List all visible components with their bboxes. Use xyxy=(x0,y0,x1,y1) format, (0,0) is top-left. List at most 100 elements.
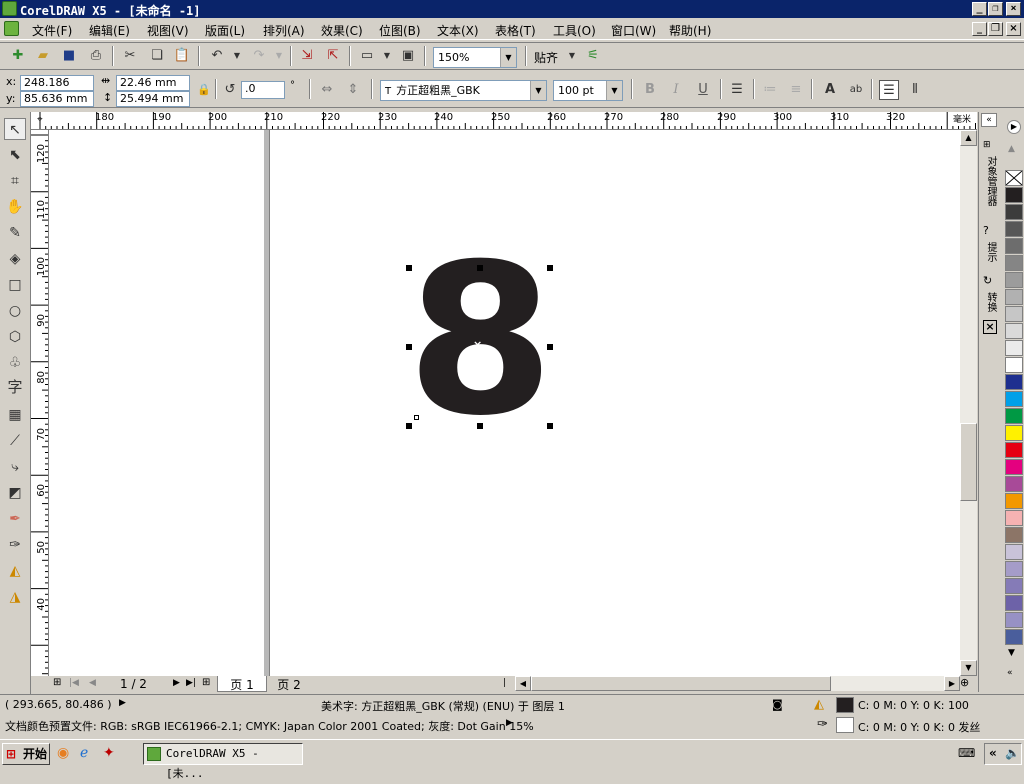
fill-color-swatch[interactable] xyxy=(836,697,854,713)
add-page-after-icon[interactable]: ⊞ xyxy=(202,677,210,688)
redo-dropdown-icon[interactable]: ▼ xyxy=(269,46,289,66)
undo-dropdown-icon[interactable]: ▼ xyxy=(227,46,247,66)
mirror-horizontal-icon[interactable]: ⇔ xyxy=(317,80,337,100)
connector-tool-icon[interactable]: ⤷ xyxy=(4,456,26,478)
selection-handle[interactable] xyxy=(547,344,553,350)
chevron-down-icon[interactable]: ▼ xyxy=(530,81,546,100)
chevron-down-icon[interactable]: ▼ xyxy=(500,48,516,67)
color-swatch[interactable] xyxy=(1005,238,1023,254)
italic-button[interactable]: I xyxy=(666,80,686,100)
new-icon[interactable]: ✚ xyxy=(8,46,28,66)
mirror-vertical-icon[interactable]: ⇕ xyxy=(343,80,363,100)
drop-shadow-tool-icon[interactable]: ◩ xyxy=(4,482,26,504)
color-swatch[interactable] xyxy=(1005,510,1023,526)
last-page-icon[interactable]: ▶| xyxy=(186,678,196,688)
selection-handle[interactable] xyxy=(477,265,483,271)
close-docker-icon[interactable]: × xyxy=(983,320,997,334)
color-swatch[interactable] xyxy=(1005,204,1023,220)
taskbar-coreldraw-button[interactable]: CorelDRAW X5 - [未... xyxy=(143,743,303,780)
color-swatch[interactable] xyxy=(1005,612,1023,628)
color-swatch[interactable] xyxy=(1005,442,1023,458)
open-icon[interactable]: ▰ xyxy=(33,46,53,66)
bold-button[interactable]: B xyxy=(640,80,660,100)
selection-handle[interactable] xyxy=(406,344,412,350)
polygon-tool-icon[interactable]: ⬡ xyxy=(4,326,26,348)
vertical-scrollbar[interactable]: ▲ ▼ xyxy=(960,130,977,676)
print-icon[interactable]: ⎙ xyxy=(86,46,106,66)
launcher-dropdown-icon[interactable]: ▼ xyxy=(377,46,397,66)
selection-handle[interactable] xyxy=(547,423,553,429)
font-list-combo[interactable]: T 方正超粗黑_GBK ▼ xyxy=(380,80,547,101)
fill-tool-icon[interactable]: ◭ xyxy=(4,560,26,582)
rotation-angle-field[interactable]: .0 xyxy=(241,81,285,99)
minimize-button[interactable]: _ xyxy=(972,2,987,16)
edit-text-icon[interactable]: ab xyxy=(846,80,866,100)
ie-quicklaunch-icon[interactable]: ℯ xyxy=(80,745,88,761)
cut-icon[interactable]: ✂ xyxy=(120,46,140,66)
color-swatch[interactable] xyxy=(1005,578,1023,594)
horizontal-scroll-thumb[interactable] xyxy=(531,676,831,691)
color-swatch[interactable] xyxy=(1005,374,1023,390)
doc-restore-button[interactable]: ❐ xyxy=(988,22,1003,36)
start-button[interactable]: ⊞ 开始 xyxy=(2,743,50,765)
color-swatch[interactable] xyxy=(1005,306,1023,322)
color-swatch[interactable] xyxy=(1005,595,1023,611)
import-icon[interactable]: ⇲ xyxy=(297,46,317,66)
zoom-level-combo[interactable]: 150% ▼ xyxy=(433,47,517,68)
scroll-left-icon[interactable]: ◀ xyxy=(515,676,531,691)
page-tabs-scroll-icon[interactable]: | xyxy=(503,678,506,688)
color-swatch[interactable] xyxy=(1005,459,1023,475)
outline-pen-tool-icon[interactable]: ✑ xyxy=(4,534,26,556)
chevron-down-icon[interactable]: ▼ xyxy=(606,81,622,100)
app-quicklaunch-icon[interactable]: ✦ xyxy=(103,745,115,761)
undo-icon[interactable]: ↶ xyxy=(207,46,227,66)
color-swatch[interactable] xyxy=(1005,408,1023,424)
add-page-before-icon[interactable]: ⊞ xyxy=(53,677,61,688)
color-swatch[interactable] xyxy=(1005,629,1023,645)
menu-edit[interactable]: 编辑(E) xyxy=(89,22,130,39)
menu-bitmaps[interactable]: 位图(B) xyxy=(379,22,421,39)
menu-effects[interactable]: 效果(C) xyxy=(321,22,363,39)
color-swatch[interactable] xyxy=(1005,561,1023,577)
snap-to-menu[interactable]: 贴齐 xyxy=(534,49,558,66)
character-formatting-icon[interactable]: A xyxy=(820,80,840,100)
vertical-text-icon[interactable]: ⦀ xyxy=(905,80,925,100)
vertical-scroll-thumb[interactable] xyxy=(960,423,977,501)
bullet-list-icon[interactable]: ≔ xyxy=(760,80,780,100)
menu-table[interactable]: 表格(T) xyxy=(495,22,536,39)
horizontal-text-icon[interactable]: ☰ xyxy=(879,80,899,100)
basic-shapes-tool-icon[interactable]: ♧ xyxy=(4,352,26,374)
color-swatch[interactable] xyxy=(1005,187,1023,203)
application-launcher-icon[interactable]: ▭ xyxy=(357,46,377,66)
menu-text[interactable]: 文本(X) xyxy=(437,22,479,39)
pan-tool-icon[interactable]: ✋ xyxy=(4,196,26,218)
text-tool-icon[interactable]: 字 xyxy=(4,376,26,398)
next-page-icon[interactable]: ▶ xyxy=(173,678,180,688)
menu-view[interactable]: 视图(V) xyxy=(147,22,189,39)
close-button[interactable]: × xyxy=(1006,2,1021,16)
vertical-ruler[interactable]: 120 110 100 90 80 70 60 50 40 xyxy=(31,130,49,676)
volume-tray-icon[interactable]: 🔈 xyxy=(1005,746,1020,760)
paste-icon[interactable]: 📋 xyxy=(172,46,192,66)
copy-icon[interactable]: ❏ xyxy=(147,46,167,66)
collapse-dockers-icon[interactable]: « xyxy=(981,113,997,127)
font-size-combo[interactable]: 100 pt ▼ xyxy=(553,80,623,101)
first-page-icon[interactable]: |◀ xyxy=(69,678,79,688)
previous-page-icon[interactable]: ◀ xyxy=(89,678,96,688)
underline-button[interactable]: U xyxy=(693,80,713,100)
color-swatch[interactable] xyxy=(1005,544,1023,560)
width-field[interactable]: 22.46 mm xyxy=(116,75,190,91)
shape-tool-icon[interactable]: ⬉ xyxy=(4,144,26,166)
color-swatch[interactable] xyxy=(1005,221,1023,237)
selection-handle[interactable] xyxy=(477,423,483,429)
interactive-fill-tool-icon[interactable]: ◮ xyxy=(4,586,26,608)
crop-tool-icon[interactable]: ⌗ xyxy=(4,170,26,192)
color-swatch[interactable] xyxy=(1005,391,1023,407)
horizontal-scrollbar[interactable]: ◀ ▶ xyxy=(515,676,960,691)
menu-window[interactable]: 窗口(W) xyxy=(611,22,656,39)
restore-button[interactable]: ❐ xyxy=(988,2,1003,16)
eyedropper-tool-icon[interactable]: ✒ xyxy=(4,508,26,530)
palette-expand-icon[interactable]: « xyxy=(1007,668,1013,678)
color-swatch[interactable] xyxy=(1005,272,1023,288)
scroll-down-icon[interactable]: ▼ xyxy=(960,660,977,676)
